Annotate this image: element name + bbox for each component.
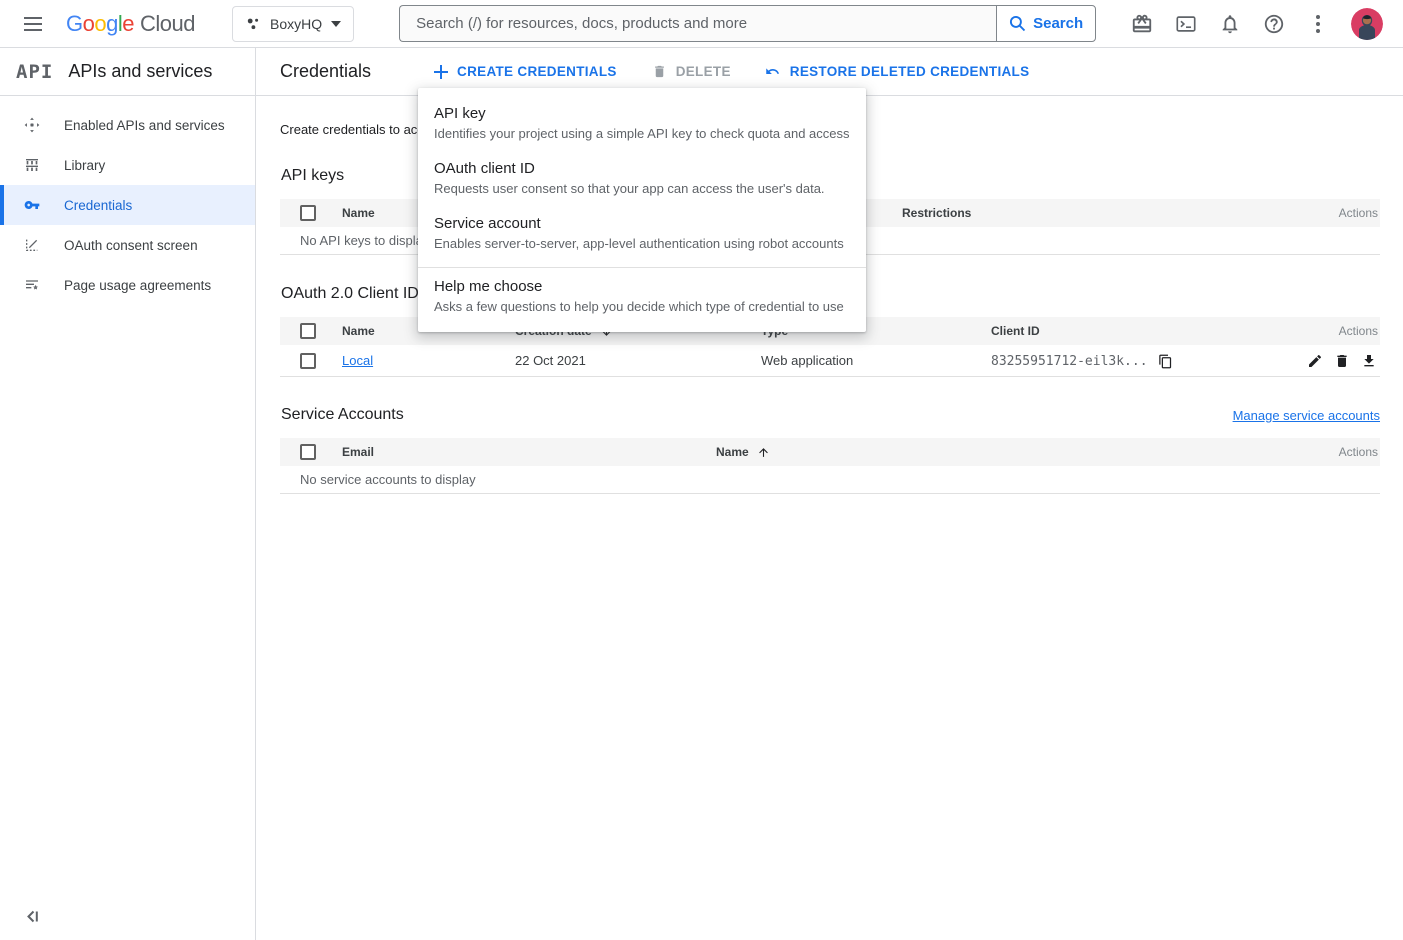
search-area: Search	[399, 5, 1096, 42]
trash-icon	[652, 64, 667, 79]
sidebar-nav: Enabled APIs and services Library Creden…	[0, 96, 255, 305]
help-icon[interactable]	[1263, 13, 1285, 35]
delete-button[interactable]: DELETE	[652, 64, 731, 79]
column-header-client-id: Client ID	[991, 324, 1260, 338]
manage-service-accounts-link[interactable]: Manage service accounts	[1233, 408, 1380, 423]
sidebar-header: API APIs and services	[0, 48, 255, 96]
column-header-actions: Actions	[1260, 206, 1380, 220]
service-accounts-empty-row: No service accounts to display	[280, 466, 1380, 494]
client-type: Web application	[761, 353, 991, 368]
service-accounts-header: Service Accounts Manage service accounts	[280, 406, 1380, 424]
download-icon[interactable]	[1360, 352, 1378, 370]
menu-item-help-me-choose[interactable]: Help me choose Asks a few questions to h…	[418, 269, 866, 324]
empty-text: No service accounts to display	[280, 472, 476, 487]
undo-icon	[764, 64, 781, 79]
search-icon	[1009, 15, 1026, 32]
agreements-icon	[24, 277, 40, 293]
delete-icon[interactable]	[1333, 352, 1351, 370]
column-header-actions: Actions	[1260, 445, 1380, 459]
empty-text: No API keys to display	[280, 233, 429, 248]
client-name-link[interactable]: Local	[342, 353, 373, 368]
logo-letter: G	[66, 11, 83, 37]
select-all-cell	[280, 205, 342, 221]
select-all-checkbox[interactable]	[300, 444, 316, 460]
cloud-shell-icon[interactable]	[1175, 13, 1197, 35]
sidebar-item-credentials[interactable]: Credentials	[0, 185, 255, 225]
row-select-cell	[280, 353, 342, 369]
restore-deleted-credentials-button[interactable]: RESTORE DELETED CREDENTIALS	[764, 64, 1030, 79]
row-actions	[1260, 352, 1380, 370]
create-credentials-menu: API key Identifies your project using a …	[418, 88, 866, 332]
sort-ascending-icon	[757, 446, 770, 459]
column-header-actions: Actions	[1260, 324, 1380, 338]
enabled-apis-icon	[24, 117, 40, 133]
menu-item-oauth-client-id[interactable]: OAuth client ID Requests user consent so…	[418, 151, 866, 206]
oauth-client-row: Local 22 Oct 2021 Web application 832559…	[280, 345, 1380, 377]
sidebar-item-oauth-consent[interactable]: OAuth consent screen	[0, 225, 255, 265]
page-title: Credentials	[280, 61, 371, 82]
column-header-email: Email	[342, 445, 716, 459]
sidebar-item-label: OAuth consent screen	[64, 238, 198, 253]
copy-icon[interactable]	[1158, 354, 1173, 369]
client-id-value: 83255951712-eil3k...	[991, 354, 1148, 369]
select-all-cell	[280, 444, 342, 460]
select-all-checkbox[interactable]	[300, 323, 316, 339]
client-creation-date: 22 Oct 2021	[515, 353, 761, 368]
create-credentials-button[interactable]: CREATE CREDENTIALS	[434, 64, 617, 79]
edit-icon[interactable]	[1306, 352, 1324, 370]
sidebar-item-label: Library	[64, 158, 105, 173]
search-button-label: Search	[1033, 15, 1083, 32]
key-icon	[24, 197, 40, 213]
avatar[interactable]	[1351, 8, 1383, 40]
collapse-sidebar-icon[interactable]	[24, 908, 42, 926]
menu-divider	[418, 267, 866, 268]
service-accounts-table-header: Email Name Actions	[280, 438, 1380, 466]
service-accounts-heading: Service Accounts	[281, 406, 404, 424]
sidebar-item-enabled-apis[interactable]: Enabled APIs and services	[0, 105, 255, 145]
gift-icon[interactable]	[1131, 13, 1153, 35]
hamburger-menu-icon[interactable]	[23, 14, 43, 34]
top-bar: Google Cloud BoxyHQ Search	[0, 0, 1403, 48]
topbar-icons	[1131, 8, 1403, 40]
plus-icon	[434, 65, 448, 79]
notifications-bell-icon[interactable]	[1219, 13, 1241, 35]
sidebar: API APIs and services Enabled APIs and s…	[0, 48, 256, 940]
more-options-icon[interactable]	[1307, 13, 1329, 35]
menu-item-service-account[interactable]: Service account Enables server-to-server…	[418, 206, 866, 261]
chevron-down-icon	[331, 21, 341, 27]
api-logo: API	[16, 61, 53, 83]
project-icon	[245, 16, 261, 32]
sidebar-item-label: Page usage agreements	[64, 278, 211, 293]
search-input[interactable]	[399, 5, 996, 42]
sidebar-title: APIs and services	[68, 61, 212, 82]
column-header-restrictions: Restrictions	[902, 206, 1260, 220]
service-accounts-table: Email Name Actions No service accounts t…	[280, 438, 1380, 494]
project-selector[interactable]: BoxyHQ	[232, 6, 354, 42]
select-all-cell	[280, 323, 342, 339]
sidebar-item-label: Enabled APIs and services	[64, 118, 225, 133]
library-icon	[24, 157, 40, 173]
search-button[interactable]: Search	[996, 5, 1096, 42]
row-checkbox[interactable]	[300, 353, 316, 369]
sidebar-item-page-usage[interactable]: Page usage agreements	[0, 265, 255, 305]
consent-screen-icon	[24, 237, 40, 253]
google-cloud-logo[interactable]: Google Cloud	[66, 11, 195, 37]
logo-cloud-text: Cloud	[140, 11, 195, 37]
project-name: BoxyHQ	[270, 16, 322, 32]
menu-item-api-key[interactable]: API key Identifies your project using a …	[418, 96, 866, 151]
sidebar-item-label: Credentials	[64, 198, 132, 213]
column-header-name[interactable]: Name	[716, 445, 1260, 459]
sidebar-item-library[interactable]: Library	[0, 145, 255, 185]
select-all-checkbox[interactable]	[300, 205, 316, 221]
